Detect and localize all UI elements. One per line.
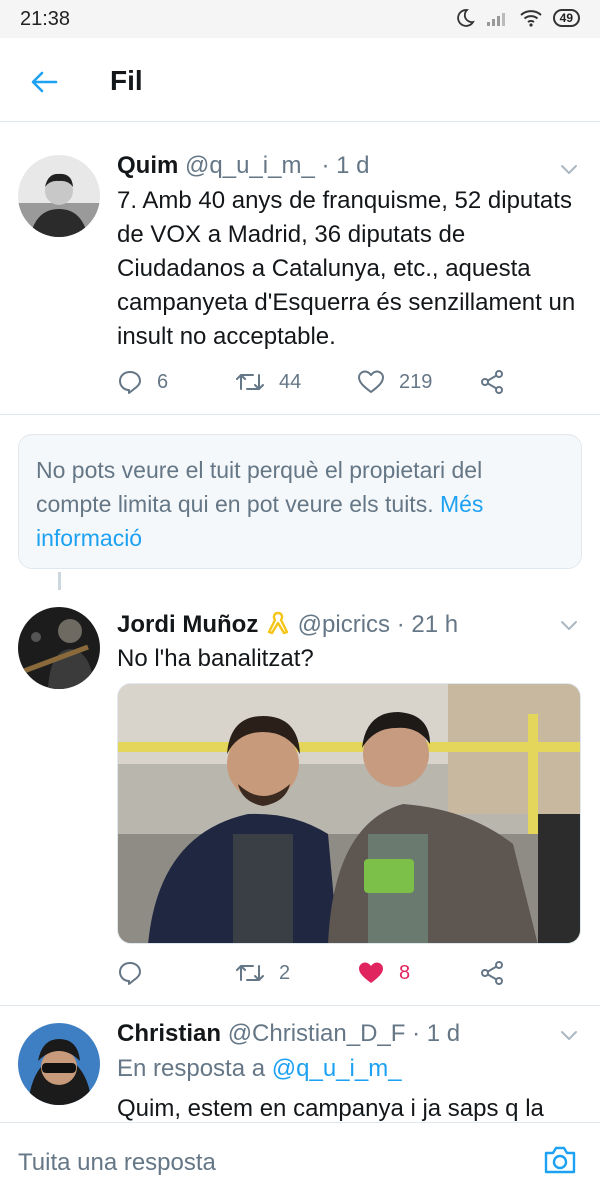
- status-time: 21:38: [20, 8, 71, 30]
- reply-context: En resposta a @q_u_i_m_: [117, 1055, 402, 1083]
- notice-text: No pots veure el tuit perquè el propieta…: [36, 457, 483, 517]
- chevron-down-icon[interactable]: [558, 614, 580, 636]
- yellow-ribbon-icon: [267, 611, 289, 635]
- camera-button[interactable]: [542, 1143, 582, 1183]
- wifi-icon: [519, 10, 542, 27]
- tweet-actions: 2 8: [117, 960, 557, 990]
- like-count: 8: [399, 961, 411, 984]
- page-title: Fil: [110, 65, 143, 96]
- retweet-button[interactable]: 44: [235, 369, 301, 395]
- retweet-count: 2: [279, 961, 291, 984]
- retweet-button[interactable]: 2: [235, 960, 290, 986]
- reply-prefix: En resposta a: [117, 1055, 266, 1082]
- like-button[interactable]: 219: [357, 369, 432, 395]
- reply-button[interactable]: [117, 960, 143, 986]
- share-icon: [481, 370, 503, 394]
- status-bar: 21:38 49: [0, 0, 600, 38]
- tweet-header: Christian @Christian_D_F · 1 d: [117, 1020, 460, 1048]
- retweet-icon: [236, 374, 264, 390]
- tweet-header: Jordi Muñoz @picrics · 21 h: [117, 610, 458, 639]
- moon-icon: [456, 9, 475, 27]
- retweet-icon: [236, 965, 264, 981]
- tweet-header: Quim @q_u_i_m_ · 1 d: [117, 152, 369, 180]
- tweet-actions: 6 44 219: [117, 369, 557, 399]
- status-icons: 49: [455, 8, 580, 28]
- chevron-down-icon[interactable]: [558, 1024, 580, 1046]
- tweet-text: Quim, estem en campanya i ja saps q la: [117, 1095, 544, 1122]
- share-button[interactable]: [479, 369, 505, 395]
- tweet-text: No l'ha banalitzat?: [117, 645, 314, 672]
- reply-composer[interactable]: Tuita una resposta: [0, 1122, 600, 1200]
- share-icon: [481, 961, 503, 985]
- avatar[interactable]: [18, 607, 100, 689]
- chevron-down-icon[interactable]: [558, 158, 580, 180]
- like-count: 219: [399, 370, 433, 393]
- battery-indicator: 49: [552, 9, 580, 27]
- reply-input[interactable]: Tuita una resposta: [18, 1149, 216, 1177]
- tweet-photo[interactable]: [117, 683, 581, 944]
- reply-mention-link[interactable]: @q_u_i_m_: [272, 1055, 402, 1082]
- restricted-tweet-notice: No pots veure el tuit perquè el propieta…: [18, 434, 582, 569]
- app-header: Fil: [0, 38, 600, 122]
- avatar[interactable]: [18, 155, 100, 237]
- heart-filled-icon: [359, 962, 383, 983]
- heart-icon: [358, 370, 384, 393]
- divider: [0, 414, 600, 415]
- retweet-count: 44: [279, 370, 302, 393]
- author-name[interactable]: Quim: [117, 152, 178, 179]
- reply-count: 6: [157, 370, 169, 393]
- like-button[interactable]: 8: [357, 960, 410, 986]
- signal-icon: [486, 13, 505, 26]
- author-handle-time: @picrics · 21 h: [297, 611, 459, 638]
- author-handle-time: @Christian_D_F · 1 d: [227, 1020, 461, 1047]
- arrow-left-icon: [31, 71, 58, 93]
- author-handle-time: @q_u_i_m_ · 1 d: [185, 152, 370, 179]
- avatar[interactable]: [18, 1023, 100, 1105]
- reply-icon: [119, 962, 141, 985]
- author-name[interactable]: Jordi Muñoz: [117, 611, 258, 638]
- tweet-quim[interactable]: Quim @q_u_i_m_ · 1 d 7. Amb 40 anys de f…: [0, 122, 600, 414]
- reply-button[interactable]: 6: [117, 369, 168, 395]
- author-name[interactable]: Christian: [117, 1020, 221, 1047]
- camera-icon: [544, 1146, 576, 1174]
- share-button[interactable]: [479, 960, 505, 986]
- reply-icon: [119, 371, 141, 394]
- tweet-text: 7. Amb 40 anys de franquisme, 52 diputat…: [117, 187, 576, 350]
- back-button[interactable]: [24, 62, 64, 102]
